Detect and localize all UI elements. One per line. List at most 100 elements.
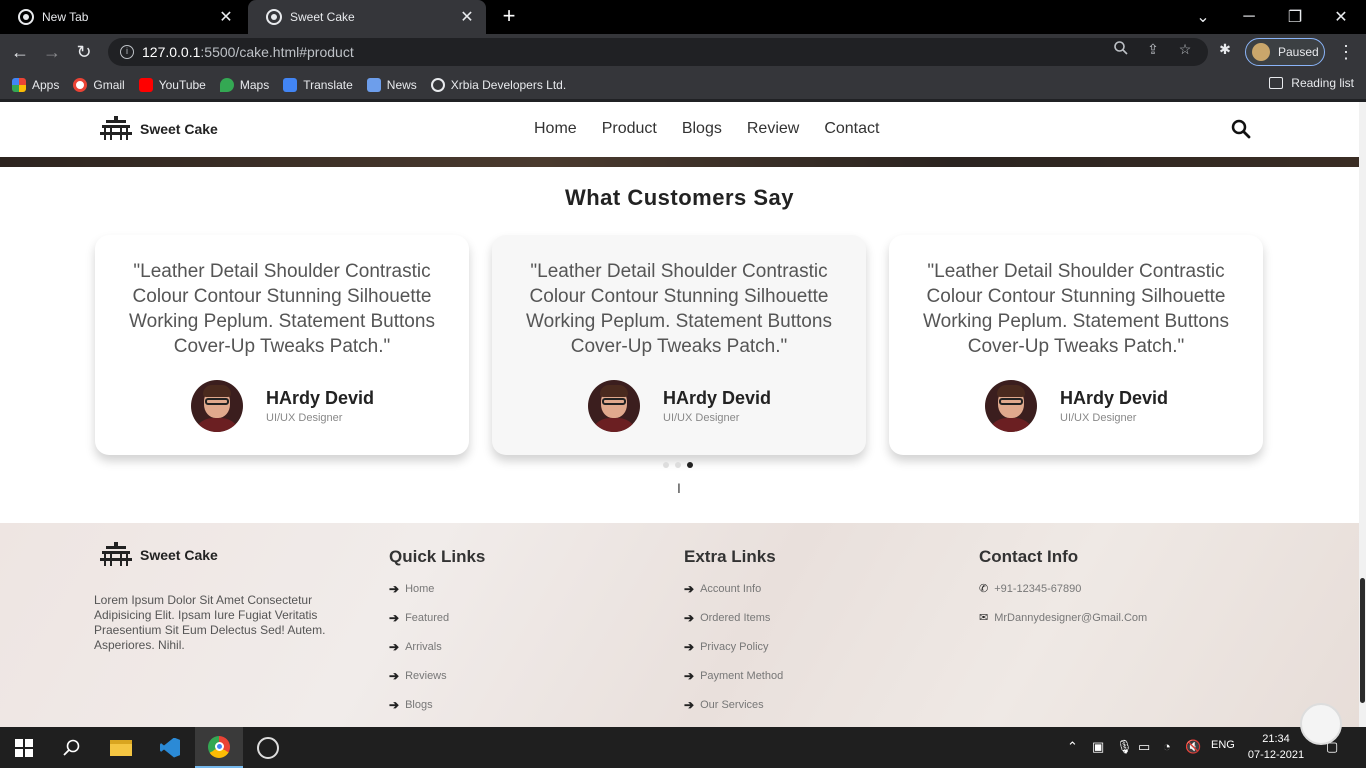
footer-link-blogs[interactable]: ➔ Blogs: [389, 698, 433, 712]
bookmark-label: Translate: [303, 77, 353, 92]
taskbar-clock[interactable]: 21:34 07-12-2021: [1246, 731, 1306, 763]
new-tab-button[interactable]: +: [497, 5, 521, 29]
footer-logo[interactable]: Sweet Cake: [98, 541, 218, 569]
logo-text: Sweet Cake: [140, 121, 218, 137]
tab-title: Sweet Cake: [290, 10, 355, 24]
wifi-icon[interactable]: ◔: [1163, 739, 1171, 754]
contact-info-title: Contact Info: [979, 547, 1079, 566]
nav-review[interactable]: Review: [747, 120, 799, 138]
footer-link-account-info[interactable]: ➔ Account Info: [684, 582, 761, 596]
bookmark-gmail[interactable]: Gmail: [73, 77, 125, 92]
link-label: Arrivals: [405, 641, 442, 653]
tab-new-tab[interactable]: New Tab ✕: [0, 0, 245, 34]
reading-list-label: Reading list: [1291, 76, 1354, 90]
footer-link-reviews[interactable]: ➔ Reviews: [389, 669, 447, 683]
address-bar[interactable]: i 127.0.0.1:5500/cake.html#product: [108, 38, 1208, 66]
bookmark-news[interactable]: News: [366, 77, 417, 92]
contact-phone[interactable]: ✆ +91-12345-67890: [979, 582, 1082, 596]
bookmark-maps[interactable]: Maps: [219, 77, 270, 92]
tab-search-chevron-icon[interactable]: ⌄: [1180, 0, 1226, 34]
footer-link-our-services[interactable]: ➔ Our Services: [684, 698, 764, 712]
youtube-icon: [138, 77, 153, 92]
clock-date: 07-12-2021: [1247, 749, 1305, 761]
testimonial-quote: "Leather Detail Shoulder Contrastic Colo…: [526, 261, 832, 357]
page-scrollbar[interactable]: [1359, 102, 1366, 727]
tab-sweet-cake[interactable]: Sweet Cake ✕: [248, 0, 486, 34]
clock-time: 21:34: [1262, 733, 1290, 745]
reading-list-button[interactable]: Reading list: [1269, 76, 1354, 90]
email-address: MrDannydesigner@Gmail.Com: [994, 611, 1148, 624]
apps-grid-icon: [12, 77, 26, 92]
search-icon[interactable]: [48, 727, 96, 768]
chevron-up-icon[interactable]: ⌃: [1067, 739, 1078, 755]
microphone-icon[interactable]: 🎙: [1116, 739, 1133, 755]
link-label: Reviews: [405, 670, 447, 682]
app-icon[interactable]: [244, 727, 292, 768]
carousel-dot-active[interactable]: [687, 462, 693, 468]
footer-link-arrivals[interactable]: ➔ Arrivals: [389, 640, 442, 654]
site-logo[interactable]: Sweet Cake: [98, 115, 218, 143]
bookmark-star-icon[interactable]: ☆: [1176, 40, 1194, 58]
avatar: [588, 380, 640, 432]
menu-icon[interactable]: ⋮: [1334, 40, 1358, 64]
reload-button[interactable]: ↻: [72, 40, 96, 64]
nav-product[interactable]: Product: [602, 120, 657, 138]
nav-blogs[interactable]: Blogs: [682, 120, 722, 138]
search-icon[interactable]: [1231, 119, 1251, 139]
zoom-icon[interactable]: [1112, 40, 1130, 58]
windows-start-icon[interactable]: [0, 727, 48, 768]
bookmark-label: Maps: [239, 77, 270, 92]
nav-contact[interactable]: Contact: [824, 120, 879, 138]
close-window-button[interactable]: ✕: [1318, 0, 1364, 34]
testimonial-author: HArdy Devid UI/UX Designer: [191, 380, 374, 432]
bookmark-apps[interactable]: Apps: [12, 77, 59, 92]
arrow-right-icon: ➔: [684, 669, 695, 683]
footer-link-privacy-policy[interactable]: ➔ Privacy Policy: [684, 640, 769, 654]
bookmark-youtube[interactable]: YouTube: [138, 77, 206, 92]
testimonial-author: HArdy Devid UI/UX Designer: [985, 380, 1168, 432]
extra-links-title: Extra Links: [684, 547, 776, 566]
phone-number: +91-12345-67890: [994, 582, 1082, 595]
chrome-icon: [18, 9, 34, 25]
battery-icon[interactable]: ▭: [1138, 739, 1150, 755]
bookmark-translate[interactable]: Translate: [283, 77, 353, 92]
quick-links-title: Quick Links: [389, 547, 486, 566]
chrome-icon[interactable]: [195, 727, 243, 768]
hero-image-edge: [0, 157, 1359, 167]
nav-home[interactable]: Home: [534, 120, 577, 138]
carousel-dot[interactable]: [663, 462, 669, 468]
forward-button[interactable]: →: [40, 40, 64, 64]
news-icon: [366, 77, 381, 92]
link-label: Home: [405, 583, 435, 595]
profile-label: Paused: [1278, 45, 1319, 59]
site-info-icon[interactable]: i: [120, 45, 134, 59]
share-icon[interactable]: ⇪: [1144, 40, 1162, 58]
phone-icon: ✆: [979, 583, 989, 595]
footer-link-home[interactable]: ➔ Home: [389, 582, 434, 596]
browser-toolbar: ← → ↻ i 127.0.0.1:5500/cake.html#product…: [0, 34, 1366, 70]
minimize-button[interactable]: ─: [1226, 0, 1272, 34]
profile-button[interactable]: Paused: [1245, 38, 1325, 66]
bookmark-label: YouTube: [158, 77, 206, 92]
close-icon[interactable]: ✕: [458, 7, 476, 27]
bookmarks-bar: Apps Gmail YouTube Maps Translate News X…: [0, 70, 1366, 100]
extensions-icon[interactable]: ✱: [1216, 40, 1234, 58]
scrollbar-thumb[interactable]: [1360, 578, 1365, 703]
carousel-dot[interactable]: [675, 462, 681, 468]
file-explorer-icon[interactable]: [97, 727, 145, 768]
restore-button[interactable]: ❐: [1272, 0, 1318, 34]
footer-link-featured[interactable]: ➔ Featured: [389, 611, 449, 625]
link-label: Our Services: [700, 699, 764, 711]
footer-link-payment-method[interactable]: ➔ Payment Method: [684, 669, 783, 683]
close-icon[interactable]: ✕: [217, 7, 235, 27]
vscode-icon[interactable]: [146, 727, 194, 768]
footer-link-ordered-items[interactable]: ➔ Ordered Items: [684, 611, 770, 625]
bookmark-xrbia[interactable]: Xrbia Developers Ltd.: [430, 77, 566, 92]
meet-now-icon[interactable]: ▣: [1092, 739, 1104, 755]
volume-muted-icon[interactable]: 🔇: [1185, 739, 1201, 755]
contact-email[interactable]: ✉ MrDannydesigner@Gmail.Com: [979, 611, 1148, 625]
back-button[interactable]: ←: [8, 40, 32, 64]
arrow-right-icon: ➔: [389, 611, 400, 625]
arrow-right-icon: ➔: [684, 582, 695, 596]
language-indicator[interactable]: ENG: [1211, 739, 1235, 751]
